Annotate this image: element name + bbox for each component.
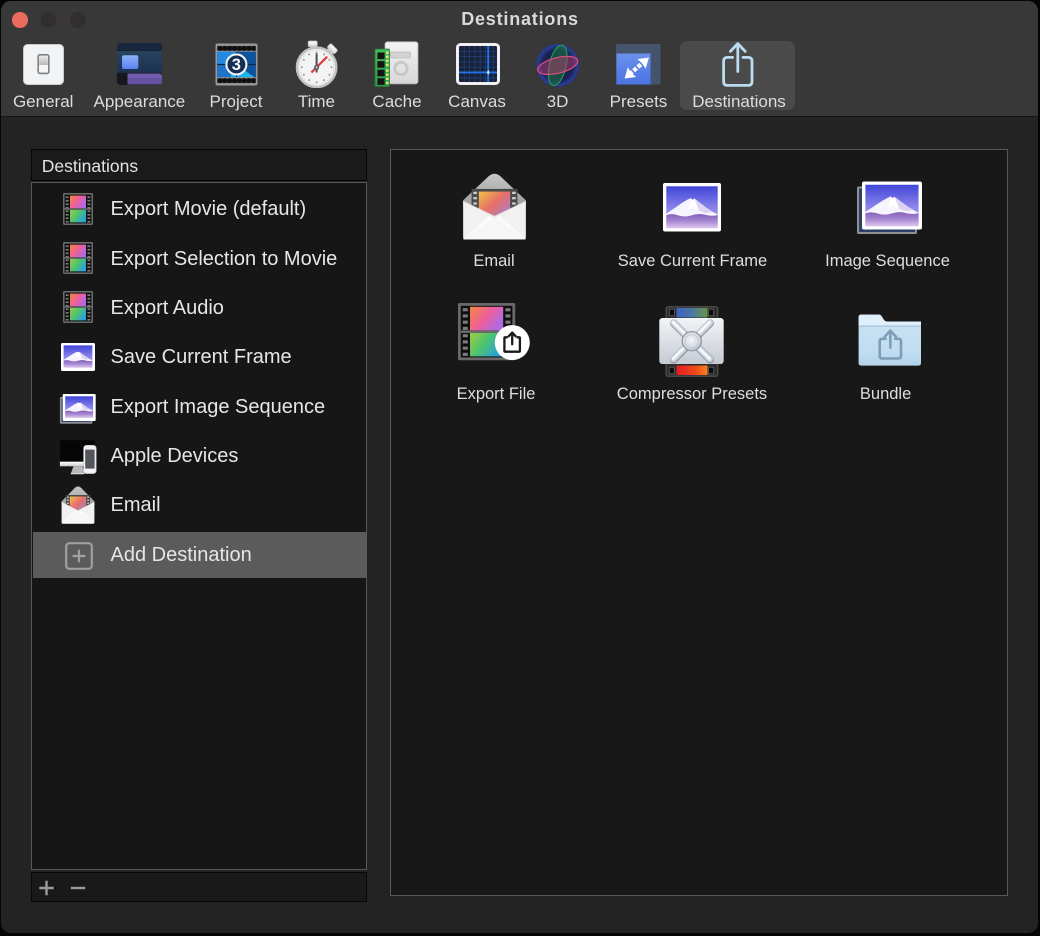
svg-text:3: 3 xyxy=(231,56,240,74)
